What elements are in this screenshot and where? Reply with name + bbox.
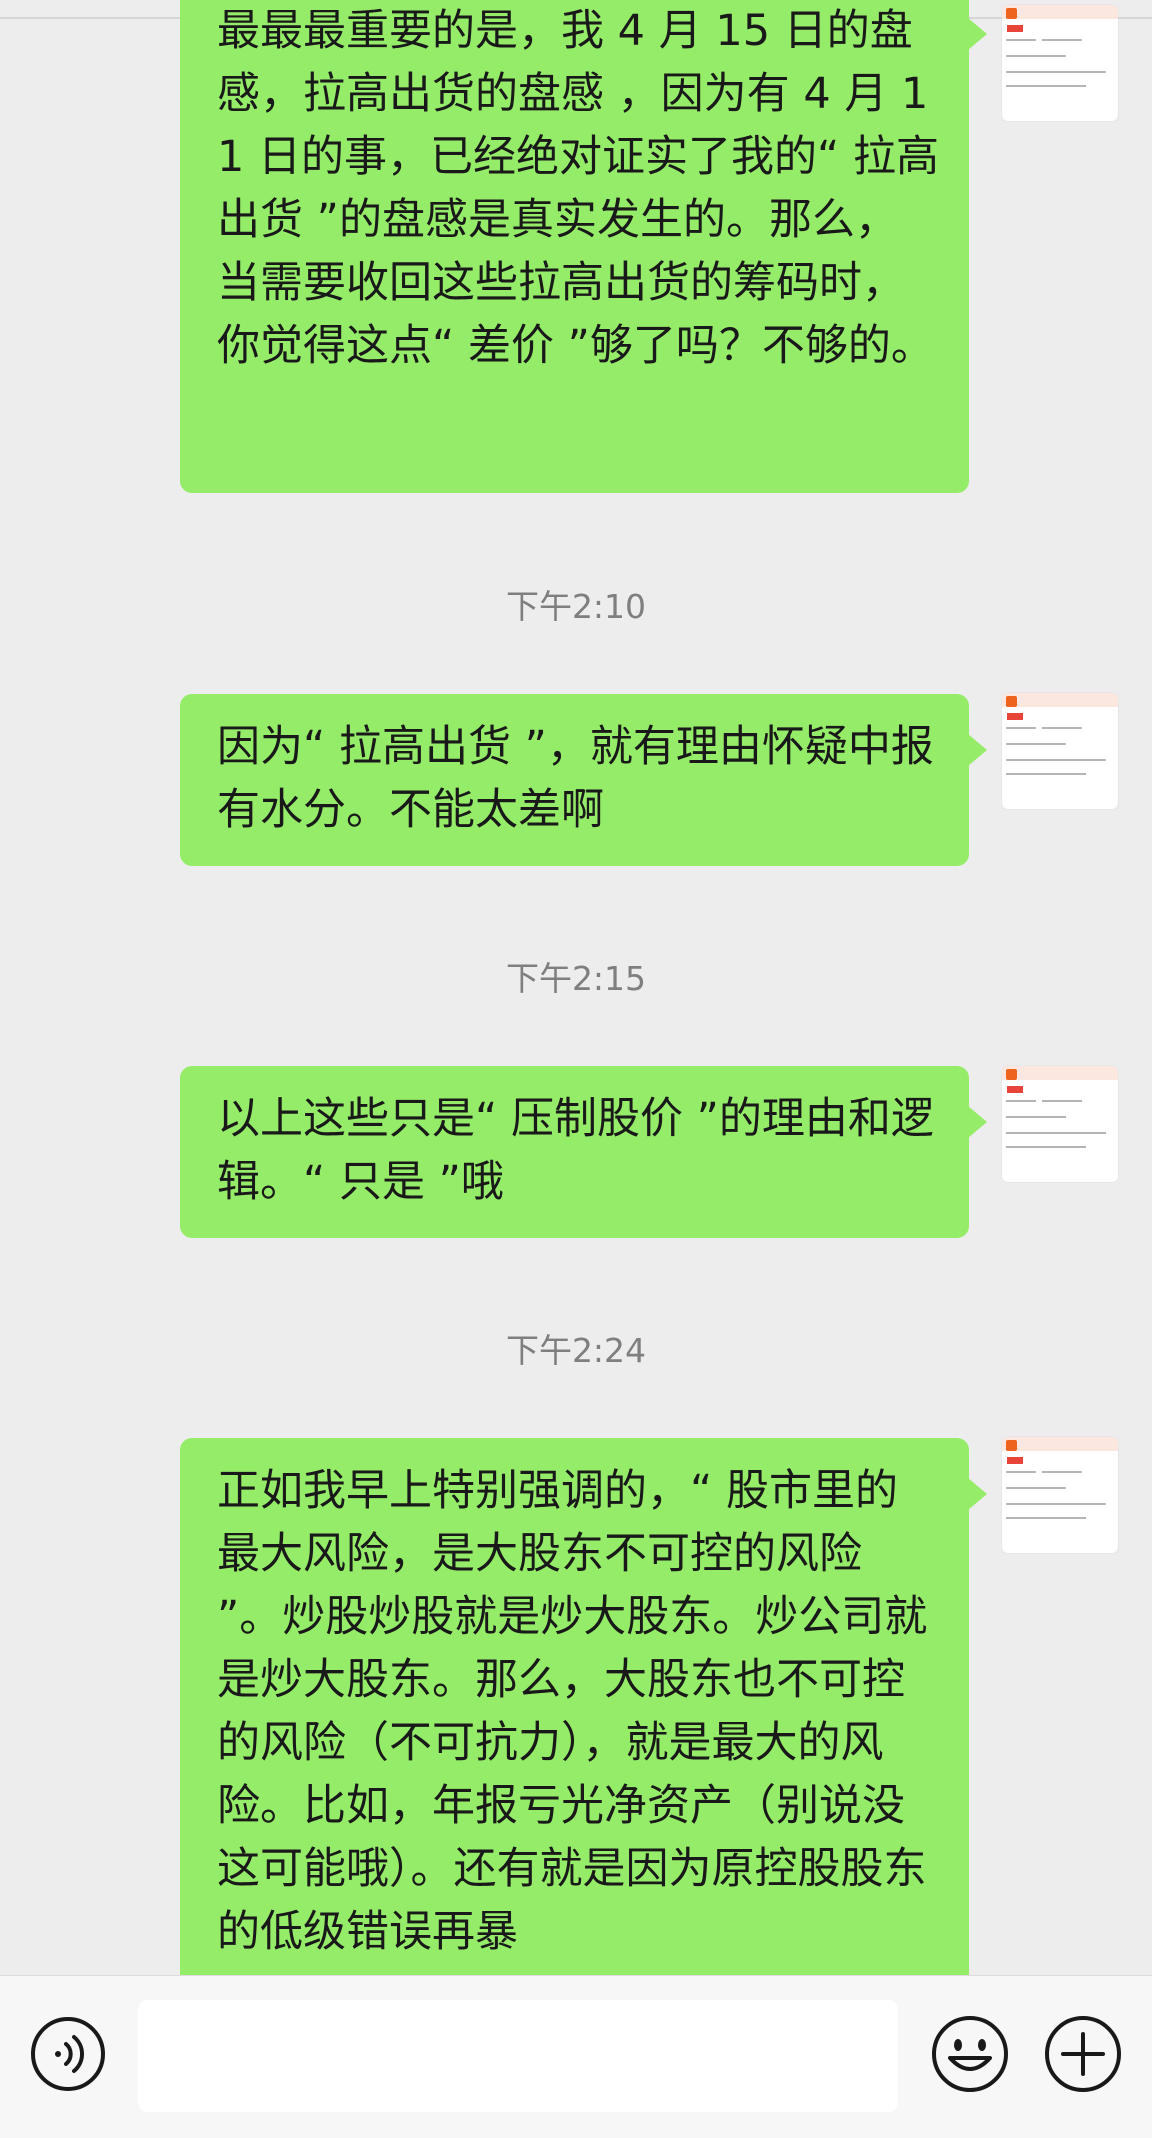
message-bubble[interactable]: 最最最重要的是，我 4 月 15 日的盘感，拉高出货的盘感 ，因为有 4 月 1… xyxy=(180,0,987,493)
input-bar xyxy=(0,1975,1152,2138)
chat-area[interactable]: 最最最重要的是，我 4 月 15 日的盘感，拉高出货的盘感 ，因为有 4 月 1… xyxy=(0,0,1152,1975)
message-bubble[interactable]: 因为“ 拉高出货 ”，就有理由怀疑中报有水分。不能太差啊 xyxy=(180,694,987,866)
avatar[interactable] xyxy=(1002,693,1118,809)
avatar[interactable] xyxy=(1002,1437,1118,1553)
avatar[interactable] xyxy=(1002,1066,1118,1182)
voice-icon[interactable] xyxy=(30,2016,106,2092)
message-input[interactable] xyxy=(138,2000,898,2112)
message-bubble[interactable]: 正如我早上特别强调的，“ 股市里的最大风险，是大股东不可控的风险 ”。炒股炒股就… xyxy=(180,1438,987,1975)
emoji-icon[interactable] xyxy=(930,2014,1010,2094)
plus-icon[interactable] xyxy=(1043,2014,1123,2094)
timestamp: 下午2:24 xyxy=(505,1331,647,1370)
message-bubble[interactable]: 以上这些只是“ 压制股价 ”的理由和逻辑。“ 只是 ”哦 xyxy=(180,1066,987,1238)
timestamp: 下午2:10 xyxy=(505,587,647,626)
avatar[interactable] xyxy=(1002,5,1118,121)
timestamp: 下午2:15 xyxy=(505,959,647,998)
